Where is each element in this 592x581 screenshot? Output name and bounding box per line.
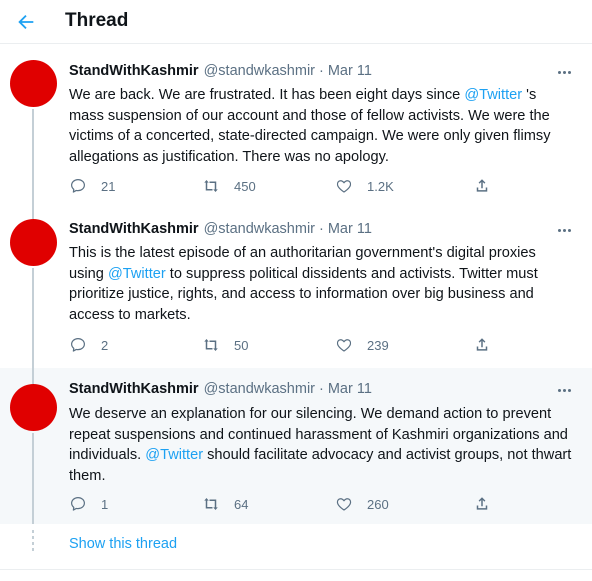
mention-link[interactable]: @Twitter — [464, 87, 522, 103]
arrow-left-icon — [18, 14, 34, 30]
reply-icon — [71, 497, 85, 511]
reply-icon — [71, 179, 85, 193]
reply-button[interactable]: 21 — [69, 176, 115, 196]
share-icon — [476, 497, 488, 510]
thread-connector-line — [32, 109, 34, 203]
retweet-count: 450 — [234, 178, 256, 194]
reply-count: 1 — [101, 496, 109, 512]
thread-connector-line — [32, 368, 34, 384]
author-handle[interactable]: @standwkashmir — [204, 381, 315, 397]
thread-connector-line — [32, 268, 34, 368]
tweet-actions: 1 64 260 — [69, 494, 499, 514]
retweet-icon — [204, 339, 218, 351]
like-button[interactable]: 239 — [335, 335, 389, 355]
more-horizontal-icon — [557, 388, 561, 392]
page-title: Thread — [65, 10, 129, 31]
retweet-button[interactable]: 50 — [202, 335, 248, 355]
author-name[interactable]: StandWithKashmir — [69, 221, 199, 237]
tweet-actions: 2 50 239 — [69, 335, 499, 355]
avatar[interactable] — [10, 384, 57, 431]
reply-count: 21 — [101, 178, 116, 194]
author-name[interactable]: StandWithKashmir — [69, 63, 199, 79]
more-options-button[interactable] — [554, 382, 574, 398]
more-horizontal-icon — [557, 228, 561, 232]
tweet[interactable]: StandWithKashmir @standwkashmir · Mar 11… — [0, 203, 592, 368]
more-options-button[interactable] — [554, 222, 574, 238]
tweet-meta: StandWithKashmir @standwkashmir · Mar 11 — [69, 63, 372, 79]
like-button[interactable]: 260 — [335, 494, 389, 514]
author-name[interactable]: StandWithKashmir — [69, 381, 199, 397]
heart-icon — [336, 498, 352, 511]
thread-connector-line — [32, 203, 34, 219]
like-count: 1.2K — [367, 178, 394, 194]
retweet-icon — [204, 180, 218, 192]
mention-link[interactable]: @Twitter — [108, 266, 166, 282]
tweet-meta: StandWithKashmir @standwkashmir · Mar 11 — [69, 381, 372, 397]
retweet-button[interactable]: 64 — [202, 494, 248, 514]
show-thread-link[interactable]: Show this thread — [69, 536, 177, 552]
author-handle[interactable]: @standwkashmir — [204, 221, 315, 237]
tweet-meta: StandWithKashmir @standwkashmir · Mar 11 — [69, 221, 372, 237]
reply-icon — [71, 338, 85, 352]
tweet[interactable]: StandWithKashmir @standwkashmir · Mar 11… — [0, 44, 592, 203]
share-button[interactable] — [473, 176, 491, 196]
like-count: 260 — [367, 496, 389, 512]
like-count: 239 — [367, 337, 389, 353]
retweet-count: 64 — [234, 496, 249, 512]
thread-header: Thread — [0, 0, 592, 44]
tweet-text: We are back. We are frustrated. It has b… — [69, 85, 574, 167]
mention-link[interactable]: @Twitter — [145, 447, 203, 463]
meta-separator: · — [319, 221, 324, 237]
avatar[interactable] — [10, 60, 57, 107]
heart-icon — [336, 339, 352, 352]
like-button[interactable]: 1.2K — [335, 176, 394, 196]
tweet-text: We deserve an explanation for our silenc… — [69, 404, 574, 486]
meta-separator: · — [319, 381, 324, 397]
thread-connector-line — [32, 433, 34, 524]
tweet-date[interactable]: Mar 11 — [328, 221, 372, 237]
tweet-date[interactable]: Mar 11 — [328, 381, 372, 397]
tweet-text: This is the latest episode of an authori… — [69, 243, 574, 325]
more-horizontal-icon — [557, 70, 561, 74]
reply-button[interactable]: 2 — [69, 335, 108, 355]
share-icon — [476, 338, 488, 351]
show-thread-row[interactable]: Show this thread — [0, 524, 592, 570]
retweet-button[interactable]: 450 — [202, 176, 256, 196]
share-button[interactable] — [473, 335, 491, 355]
share-button[interactable] — [473, 494, 491, 514]
thread-dotted-connector — [32, 530, 34, 554]
tweet[interactable]: StandWithKashmir @standwkashmir · Mar 11… — [0, 368, 592, 524]
tweet-text-part: We are back. We are frustrated. It has b… — [69, 87, 465, 103]
meta-separator: · — [319, 63, 324, 79]
reply-button[interactable]: 1 — [69, 494, 108, 514]
tweet-actions: 21 450 1.2K — [69, 176, 499, 196]
retweet-count: 50 — [234, 337, 249, 353]
thread-list: StandWithKashmir @standwkashmir · Mar 11… — [0, 44, 592, 524]
retweet-icon — [204, 498, 218, 510]
share-icon — [476, 179, 488, 192]
author-handle[interactable]: @standwkashmir — [204, 63, 315, 79]
more-options-button[interactable] — [554, 64, 574, 80]
reply-count: 2 — [101, 337, 109, 353]
tweet-date[interactable]: Mar 11 — [328, 63, 372, 79]
back-button[interactable] — [10, 6, 42, 38]
heart-icon — [336, 180, 352, 193]
avatar[interactable] — [10, 219, 57, 266]
